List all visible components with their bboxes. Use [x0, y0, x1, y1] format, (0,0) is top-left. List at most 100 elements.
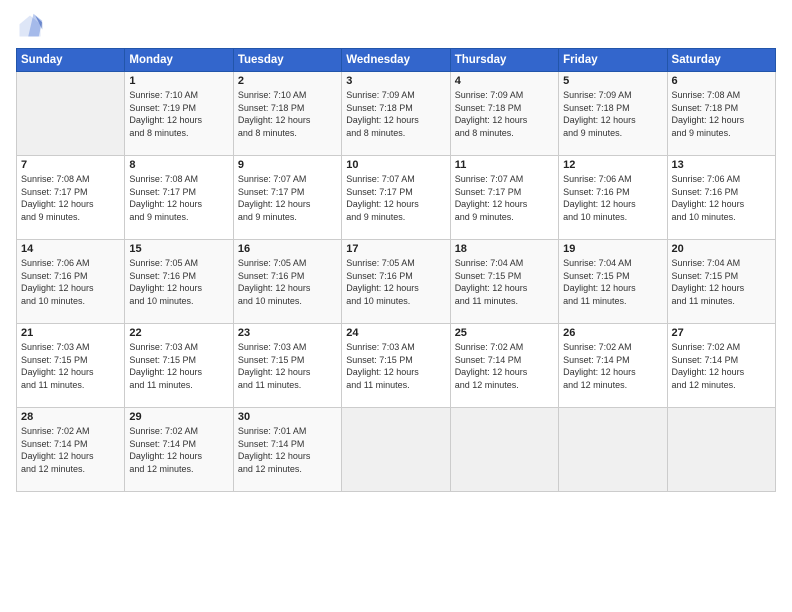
day-info: Sunrise: 7:04 AM Sunset: 7:15 PM Dayligh…: [563, 257, 662, 307]
day-info: Sunrise: 7:01 AM Sunset: 7:14 PM Dayligh…: [238, 425, 337, 475]
calendar-cell: 11 Sunrise: 7:07 AM Sunset: 7:17 PM Dayli…: [450, 156, 558, 240]
day-info: Sunrise: 7:03 AM Sunset: 7:15 PM Dayligh…: [21, 341, 120, 391]
day-info: Sunrise: 7:03 AM Sunset: 7:15 PM Dayligh…: [346, 341, 445, 391]
calendar-cell: 27Sunrise: 7:02 AM Sunset: 7:14 PM Dayli…: [667, 324, 775, 408]
week-row-3: 14 Sunrise: 7:06 AM Sunset: 7:16 PM Dayli…: [17, 240, 776, 324]
calendar-cell: 1 Sunrise: 7:10 AM Sunset: 7:19 PM Daylig…: [125, 72, 233, 156]
calendar-cell: 22 Sunrise: 7:03 AM Sunset: 7:15 PM Dayli…: [125, 324, 233, 408]
calendar-cell: 20Sunrise: 7:04 AM Sunset: 7:15 PM Dayli…: [667, 240, 775, 324]
day-info: Sunrise: 7:09 AM Sunset: 7:18 PM Dayligh…: [563, 89, 662, 139]
calendar-cell: 15 Sunrise: 7:05 AM Sunset: 7:16 PM Dayli…: [125, 240, 233, 324]
day-number: 29: [129, 411, 228, 423]
day-info: Sunrise: 7:05 AM Sunset: 7:16 PM Dayligh…: [346, 257, 445, 307]
day-number: 9: [238, 159, 337, 171]
calendar-cell: 23 Sunrise: 7:03 AM Sunset: 7:15 PM Dayli…: [233, 324, 341, 408]
day-number: 11: [455, 159, 554, 171]
day-info: Sunrise: 7:07 AM Sunset: 7:17 PM Dayligh…: [346, 173, 445, 223]
day-number: 17: [346, 243, 445, 255]
weekday-header-saturday: Saturday: [667, 49, 775, 72]
calendar-cell: 24 Sunrise: 7:03 AM Sunset: 7:15 PM Dayli…: [342, 324, 450, 408]
day-info: Sunrise: 7:03 AM Sunset: 7:15 PM Dayligh…: [238, 341, 337, 391]
calendar-cell: 4 Sunrise: 7:09 AM Sunset: 7:18 PM Daylig…: [450, 72, 558, 156]
calendar-cell: [342, 408, 450, 492]
day-number: 10: [346, 159, 445, 171]
day-number: 12: [563, 159, 662, 171]
day-number: 13: [672, 159, 771, 171]
calendar-cell: 10 Sunrise: 7:07 AM Sunset: 7:17 PM Dayli…: [342, 156, 450, 240]
day-info: Sunrise: 7:10 AM Sunset: 7:19 PM Dayligh…: [129, 89, 228, 139]
calendar-cell: 12Sunrise: 7:06 AM Sunset: 7:16 PM Dayli…: [559, 156, 667, 240]
calendar-cell: 19 Sunrise: 7:04 AM Sunset: 7:15 PM Dayli…: [559, 240, 667, 324]
logo-icon: [16, 12, 44, 40]
day-info: Sunrise: 7:02 AM Sunset: 7:14 PM Dayligh…: [455, 341, 554, 391]
calendar-cell: 28Sunrise: 7:02 AM Sunset: 7:14 PM Dayli…: [17, 408, 125, 492]
header: [16, 12, 776, 40]
calendar-cell: 13Sunrise: 7:06 AM Sunset: 7:16 PM Dayli…: [667, 156, 775, 240]
page: SundayMondayTuesdayWednesdayThursdayFrid…: [0, 0, 792, 612]
day-info: Sunrise: 7:09 AM Sunset: 7:18 PM Dayligh…: [346, 89, 445, 139]
day-number: 16: [238, 243, 337, 255]
day-number: 7: [21, 159, 120, 171]
calendar-cell: 5 Sunrise: 7:09 AM Sunset: 7:18 PM Daylig…: [559, 72, 667, 156]
weekday-header-monday: Monday: [125, 49, 233, 72]
calendar-cell: [667, 408, 775, 492]
calendar-cell: 29 Sunrise: 7:02 AM Sunset: 7:14 PM Dayli…: [125, 408, 233, 492]
week-row-5: 28 Sunrise: 7:02 AM Sunset: 7:14 PM Dayli…: [17, 408, 776, 492]
calendar-cell: 26Sunrise: 7:02 AM Sunset: 7:14 PM Dayli…: [559, 324, 667, 408]
day-info: Sunrise: 7:08 AM Sunset: 7:18 PM Dayligh…: [672, 89, 771, 139]
day-info: Sunrise: 7:05 AM Sunset: 7:16 PM Dayligh…: [238, 257, 337, 307]
weekday-header-tuesday: Tuesday: [233, 49, 341, 72]
calendar-cell: [17, 72, 125, 156]
calendar-cell: 21Sunrise: 7:03 AM Sunset: 7:15 PM Dayli…: [17, 324, 125, 408]
week-row-2: 7 Sunrise: 7:08 AM Sunset: 7:17 PM Daylig…: [17, 156, 776, 240]
day-number: 28: [21, 411, 120, 423]
calendar-cell: 18Sunrise: 7:04 AM Sunset: 7:15 PM Dayli…: [450, 240, 558, 324]
day-number: 19: [563, 243, 662, 255]
calendar-cell: [450, 408, 558, 492]
calendar-cell: 9 Sunrise: 7:07 AM Sunset: 7:17 PM Daylig…: [233, 156, 341, 240]
calendar-cell: 17 Sunrise: 7:05 AM Sunset: 7:16 PM Dayli…: [342, 240, 450, 324]
calendar-cell: 3Sunrise: 7:09 AM Sunset: 7:18 PM Daylig…: [342, 72, 450, 156]
day-number: 1: [129, 75, 228, 87]
week-row-4: 21Sunrise: 7:03 AM Sunset: 7:15 PM Dayli…: [17, 324, 776, 408]
day-number: 27: [672, 327, 771, 339]
calendar-cell: 8 Sunrise: 7:08 AM Sunset: 7:17 PM Daylig…: [125, 156, 233, 240]
day-number: 23: [238, 327, 337, 339]
day-number: 30: [238, 411, 337, 423]
calendar-table: SundayMondayTuesdayWednesdayThursdayFrid…: [16, 48, 776, 492]
day-number: 25: [455, 327, 554, 339]
day-info: Sunrise: 7:07 AM Sunset: 7:17 PM Dayligh…: [455, 173, 554, 223]
weekday-header-thursday: Thursday: [450, 49, 558, 72]
day-info: Sunrise: 7:10 AM Sunset: 7:18 PM Dayligh…: [238, 89, 337, 139]
day-info: Sunrise: 7:04 AM Sunset: 7:15 PM Dayligh…: [455, 257, 554, 307]
day-info: Sunrise: 7:08 AM Sunset: 7:17 PM Dayligh…: [21, 173, 120, 223]
week-row-1: 1 Sunrise: 7:10 AM Sunset: 7:19 PM Daylig…: [17, 72, 776, 156]
weekday-header-row: SundayMondayTuesdayWednesdayThursdayFrid…: [17, 49, 776, 72]
calendar-cell: 25 Sunrise: 7:02 AM Sunset: 7:14 PM Dayli…: [450, 324, 558, 408]
calendar-cell: [559, 408, 667, 492]
day-number: 24: [346, 327, 445, 339]
day-info: Sunrise: 7:03 AM Sunset: 7:15 PM Dayligh…: [129, 341, 228, 391]
logo: [16, 12, 48, 40]
calendar-cell: 14 Sunrise: 7:06 AM Sunset: 7:16 PM Dayli…: [17, 240, 125, 324]
calendar-cell: 7 Sunrise: 7:08 AM Sunset: 7:17 PM Daylig…: [17, 156, 125, 240]
day-info: Sunrise: 7:06 AM Sunset: 7:16 PM Dayligh…: [21, 257, 120, 307]
day-info: Sunrise: 7:07 AM Sunset: 7:17 PM Dayligh…: [238, 173, 337, 223]
day-info: Sunrise: 7:02 AM Sunset: 7:14 PM Dayligh…: [129, 425, 228, 475]
day-number: 14: [21, 243, 120, 255]
calendar-cell: 16 Sunrise: 7:05 AM Sunset: 7:16 PM Dayli…: [233, 240, 341, 324]
day-number: 22: [129, 327, 228, 339]
calendar-cell: 30 Sunrise: 7:01 AM Sunset: 7:14 PM Dayli…: [233, 408, 341, 492]
day-number: 26: [563, 327, 662, 339]
day-info: Sunrise: 7:05 AM Sunset: 7:16 PM Dayligh…: [129, 257, 228, 307]
day-number: 8: [129, 159, 228, 171]
weekday-header-wednesday: Wednesday: [342, 49, 450, 72]
day-info: Sunrise: 7:08 AM Sunset: 7:17 PM Dayligh…: [129, 173, 228, 223]
weekday-header-sunday: Sunday: [17, 49, 125, 72]
day-number: 15: [129, 243, 228, 255]
day-info: Sunrise: 7:09 AM Sunset: 7:18 PM Dayligh…: [455, 89, 554, 139]
day-number: 4: [455, 75, 554, 87]
calendar-cell: 6Sunrise: 7:08 AM Sunset: 7:18 PM Daylig…: [667, 72, 775, 156]
calendar-cell: 2Sunrise: 7:10 AM Sunset: 7:18 PM Daylig…: [233, 72, 341, 156]
day-number: 5: [563, 75, 662, 87]
